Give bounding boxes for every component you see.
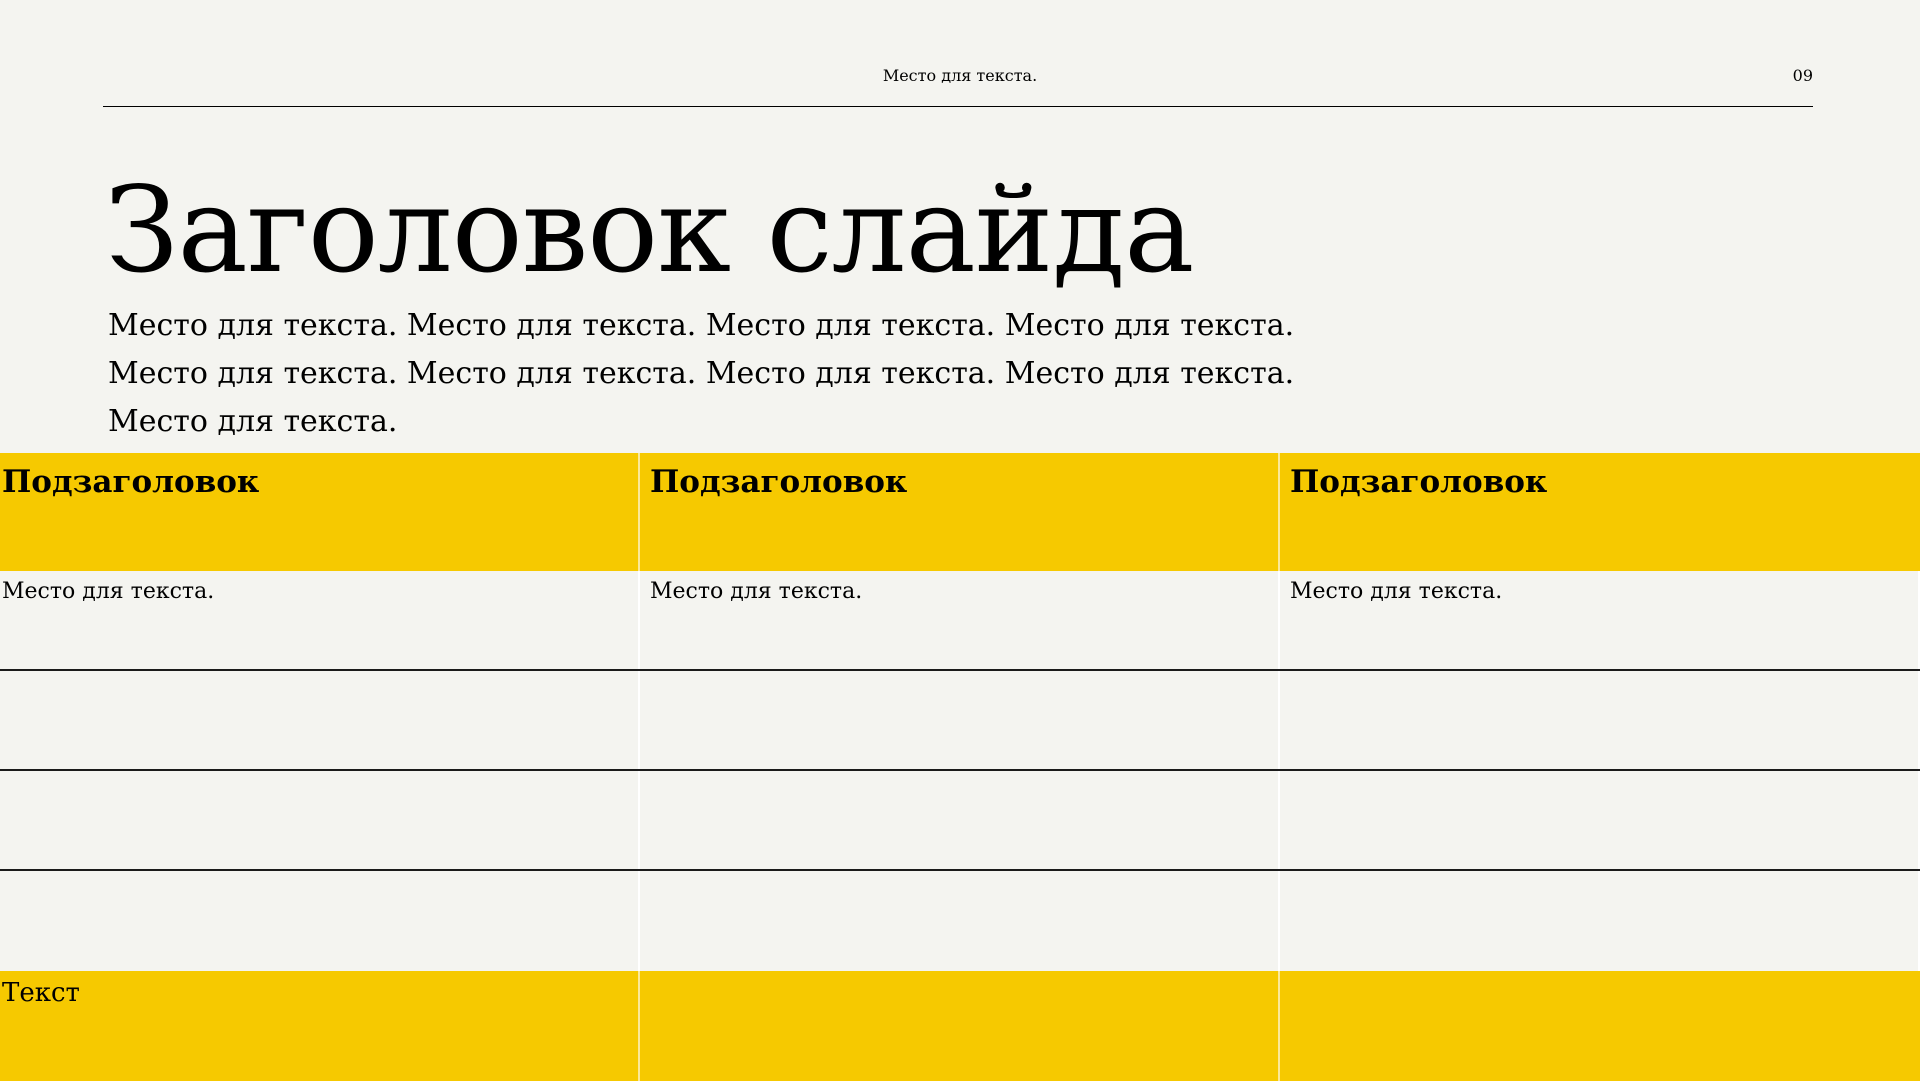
table-cell — [640, 871, 1280, 971]
table-header-cell: Подзаголовок — [640, 453, 1280, 571]
table-cell — [640, 771, 1280, 869]
table-cell: Место для текста. — [1280, 571, 1920, 669]
table-footer-row: Текст — [0, 971, 1920, 1081]
table-row — [0, 771, 1920, 871]
table-cell — [640, 671, 1280, 769]
table-row — [0, 871, 1920, 971]
slide-title: Заголовок слайда — [105, 161, 1195, 299]
table-row — [0, 671, 1920, 771]
table-cell — [0, 771, 640, 869]
table-cell: Место для текста. — [0, 571, 640, 669]
table-header-row: Подзаголовок Подзаголовок Подзаголовок — [0, 453, 1920, 571]
slide-body-text: Место для текста. Место для текста. Мест… — [108, 308, 1295, 439]
table-header-cell: Подзаголовок — [0, 453, 640, 571]
table-cell — [1280, 771, 1920, 869]
page-number: 09 — [1792, 66, 1813, 85]
table-header-cell: Подзаголовок — [1290, 464, 1548, 500]
table-footer-cell — [640, 971, 1280, 1081]
table-cell — [1280, 671, 1920, 769]
table-row: Место для текста. Место для текста. Мест… — [0, 571, 1920, 671]
table-cell: Место для текста. — [640, 571, 1280, 669]
table-footer-cell — [1280, 971, 1920, 1081]
content-table: Подзаголовок Подзаголовок Подзаголовок М… — [0, 453, 1920, 1081]
table-cell — [1280, 871, 1920, 971]
table-cell — [0, 671, 640, 769]
table-footer-cell: Текст — [0, 971, 640, 1081]
header-text: Место для текста. — [882, 66, 1038, 85]
header-divider — [103, 106, 1813, 107]
table-cell — [0, 871, 640, 971]
